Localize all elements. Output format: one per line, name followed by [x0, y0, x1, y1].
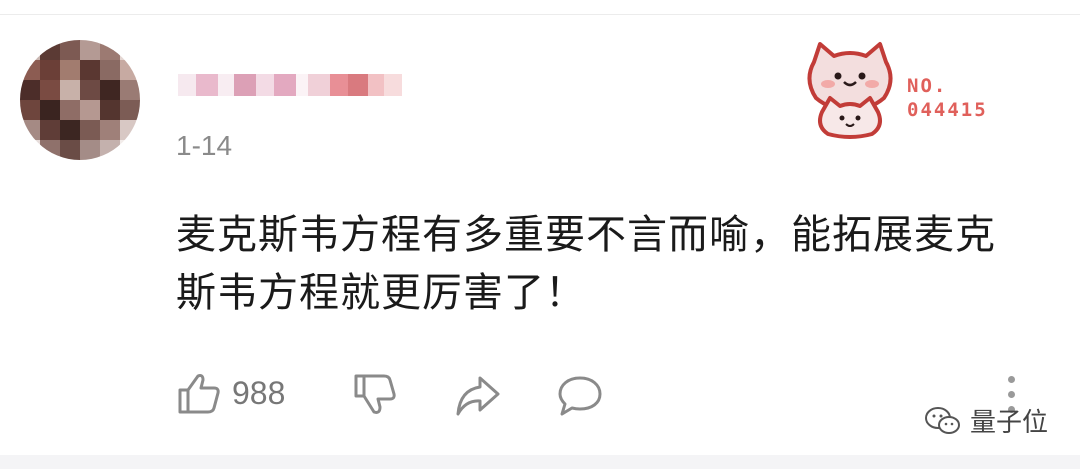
more-dot: [1007, 376, 1015, 383]
thumbs-up-icon: [178, 374, 220, 414]
top-divider: [0, 14, 1080, 15]
comment-line-2: 斯韦方程就更厉害了！: [176, 270, 586, 316]
badge-label-number: 044415: [907, 99, 988, 121]
thumbs-down-icon: [354, 374, 396, 414]
like-button[interactable]: 988: [176, 370, 285, 416]
comment-bubble-icon: [558, 376, 602, 416]
like-count: 988: [232, 374, 286, 411]
wechat-icon: [925, 406, 960, 434]
reply-button[interactable]: [556, 374, 604, 418]
user-avatar[interactable]: [20, 40, 140, 160]
comment-line-1: 麦克斯韦方程有多重要不言而喻，能拓展麦克: [176, 212, 996, 258]
badge-number: NO. 044415: [907, 74, 988, 122]
share-icon: [456, 376, 500, 416]
comment-text: 麦克斯韦方程有多重要不言而喻，能拓展麦克 斯韦方程就更厉害了！: [176, 206, 1056, 322]
badge-label-no: NO.: [907, 75, 948, 97]
watermark-text: 量子位: [970, 408, 1049, 438]
username-blurred[interactable]: [178, 74, 402, 96]
share-button[interactable]: [454, 374, 502, 418]
comment-date: 1-14: [176, 130, 233, 161]
dislike-button[interactable]: [352, 372, 398, 418]
cat-icon: [807, 42, 893, 139]
bottom-band: [0, 455, 1080, 469]
more-dot: [1007, 391, 1015, 398]
watermark: 量子位: [924, 402, 1048, 439]
fan-badge[interactable]: NO. 044415: [800, 40, 1010, 140]
